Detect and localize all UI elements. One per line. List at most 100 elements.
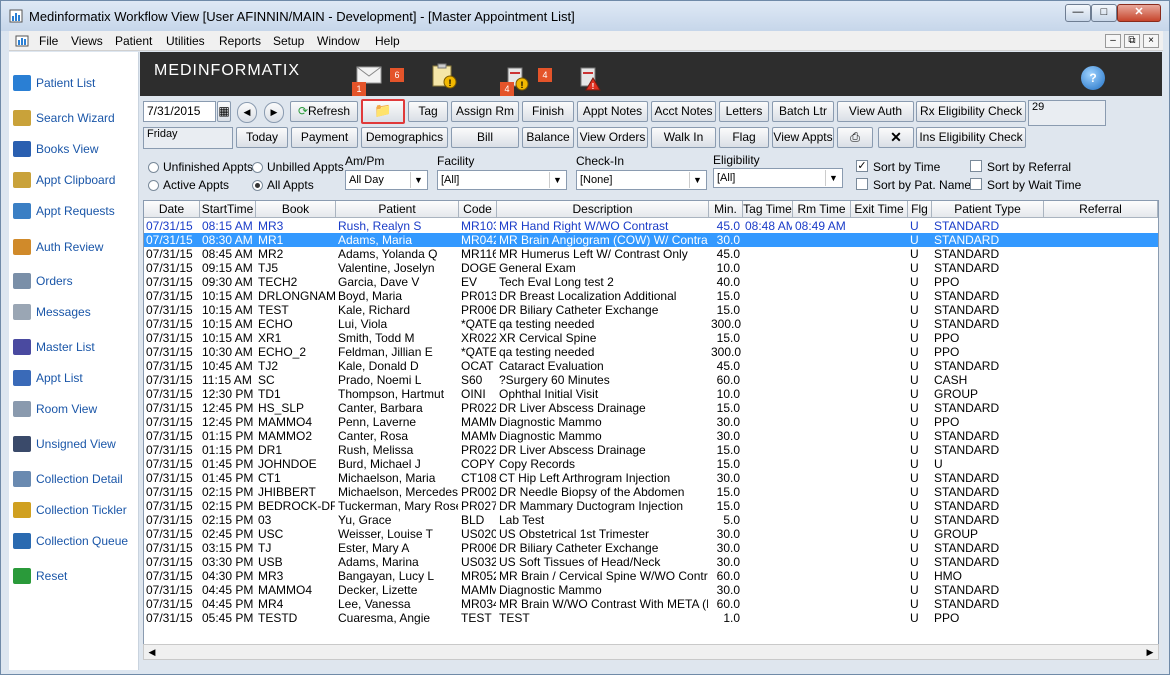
table-row[interactable]: 07/31/15 03:30 PM USB Adams, Marina US032 US … <box>144 555 1158 569</box>
demographics-button[interactable]: Demographics <box>361 127 448 148</box>
table-row[interactable]: 07/31/15 02:15 PM JHIBBERT Michaelson, Merc… <box>144 485 1158 499</box>
sort-by-time-checkbox[interactable]: ✓ <box>856 160 868 172</box>
rx-eligibility-check-button[interactable]: Rx Eligibility Check <box>916 101 1026 122</box>
table-row[interactable]: 07/31/15 05:45 PM TESTD Cuaresma, Angie TEST… <box>144 611 1158 625</box>
acct-notes-button[interactable]: Acct Notes <box>651 101 716 122</box>
bill-button[interactable]: Bill <box>451 127 519 148</box>
column-header[interactable]: Book <box>256 201 336 218</box>
menu-setup[interactable]: Setup <box>273 34 304 48</box>
table-row[interactable]: 07/31/15 10:45 AM TJ2 Kale, Donald D OCAT Cat… <box>144 359 1158 373</box>
table-row[interactable]: 07/31/15 02:45 PM USC Weisser, Louise T US02… <box>144 527 1158 541</box>
sort-by-wait-checkbox[interactable] <box>970 178 982 190</box>
unbilled-appts-radio[interactable] <box>252 162 263 173</box>
table-row[interactable]: 07/31/15 04:30 PM MR3 Bangayan, Lucy L MR052… <box>144 569 1158 583</box>
menu-window[interactable]: Window <box>317 34 360 48</box>
column-header[interactable]: Rm Time <box>793 201 851 218</box>
tag-button[interactable]: Tag <box>408 101 448 122</box>
table-row[interactable]: 07/31/15 08:45 AM MR2 Adams, Yolanda Q MR116… <box>144 247 1158 261</box>
table-row[interactable]: 07/31/15 09:15 AM TJ5 Valentine, Joselyn DOG… <box>144 261 1158 275</box>
table-row[interactable]: 07/31/15 03:15 PM TJ Ester, Mary A PR006 DR B… <box>144 541 1158 555</box>
minimize-button[interactable]: — <box>1065 4 1091 22</box>
sidebar-item-master-list[interactable]: Master List <box>13 336 139 358</box>
sidebar-item-books-view[interactable]: Books View <box>13 138 139 160</box>
table-row[interactable]: 07/31/15 08:15 AM MR3 Rush, Realyn S MR103 MR… <box>144 219 1158 233</box>
table-row[interactable]: 07/31/15 12:45 PM MAMMO4 Penn, Laverne MAMMO… <box>144 415 1158 429</box>
sidebar-item-patient-list[interactable]: Patient List <box>13 72 139 94</box>
calendar-icon[interactable]: ▦ <box>217 101 231 122</box>
active-appts-radio[interactable] <box>148 180 159 191</box>
column-header[interactable]: Description <box>497 201 709 218</box>
maximize-button[interactable]: □ <box>1091 4 1117 22</box>
column-header[interactable]: Date <box>144 201 200 218</box>
scroll-left-icon[interactable]: ◀ <box>144 645 160 659</box>
ampm-select[interactable]: All Day ▼ <box>345 170 428 190</box>
view-appts-button[interactable]: View Appts <box>772 127 834 148</box>
delete-button[interactable]: ✕ <box>878 127 914 148</box>
mdi-close-button[interactable]: × <box>1143 34 1159 48</box>
column-header[interactable]: Min. <box>709 201 743 218</box>
menu-patient[interactable]: Patient <box>115 34 152 48</box>
menu-file[interactable]: File <box>39 34 58 48</box>
walk-in-button[interactable]: Walk In <box>651 127 716 148</box>
sidebar-item-search-wizard[interactable]: Search Wizard <box>13 107 139 129</box>
help-icon[interactable]: ? <box>1081 66 1105 90</box>
table-row[interactable]: 07/31/15 10:15 AM XR1 Smith, Todd M XR022 XR … <box>144 331 1158 345</box>
checkin-select[interactable]: [None] ▼ <box>576 170 707 190</box>
sort-by-name-checkbox[interactable] <box>856 178 868 190</box>
view-auth-button[interactable]: View Auth <box>837 101 914 122</box>
view-orders-button[interactable]: View Orders <box>577 127 648 148</box>
today-button[interactable]: Today <box>236 127 288 148</box>
table-row[interactable]: 07/31/15 11:15 AM SC Prado, Noemi L S60 ?Surg… <box>144 373 1158 387</box>
column-header[interactable]: Tag Time <box>743 201 793 218</box>
date-field[interactable]: 7/31/2015 <box>143 101 216 122</box>
sidebar-item-appt-clipboard[interactable]: Appt Clipboard <box>13 169 139 191</box>
table-row[interactable]: 07/31/15 12:45 PM HS_SLP Canter, Barbara PR0… <box>144 401 1158 415</box>
letters-button[interactable]: Letters <box>719 101 769 122</box>
sidebar-item-unsigned-view[interactable]: Unsigned View <box>13 433 139 455</box>
table-row[interactable]: 07/31/15 10:15 AM DRLONGNAMEBoyd, Maria PR0… <box>144 289 1158 303</box>
table-row[interactable]: 07/31/15 10:15 AM ECHO Lui, Viola *QATESqa t… <box>144 317 1158 331</box>
table-row[interactable]: 07/31/15 02:15 PM BEDROCK-DF Tuckerman, Mar… <box>144 499 1158 513</box>
sidebar-item-room-view[interactable]: Room View <box>13 398 139 420</box>
mdi-minimize-button[interactable]: – <box>1105 34 1121 48</box>
batch-letter-button[interactable]: Batch Ltr <box>772 101 834 122</box>
appt-notes-button[interactable]: Appt Notes <box>577 101 648 122</box>
menu-help[interactable]: Help <box>375 34 400 48</box>
flag-button[interactable]: Flag <box>719 127 769 148</box>
prev-day-button[interactable]: ◀ <box>237 102 257 123</box>
table-row[interactable]: 07/31/15 02:15 PM 03 Yu, Grace BLD Lab Test 5.… <box>144 513 1158 527</box>
table-row[interactable]: 07/31/15 04:45 PM MR4 Lee, Vanessa MR034 MR B… <box>144 597 1158 611</box>
balance-button[interactable]: Balance <box>522 127 574 148</box>
mdi-restore-button[interactable]: ⧉ <box>1124 34 1140 48</box>
table-row[interactable]: 07/31/15 01:15 PM MAMMO2 Canter, Rosa MAMMOD… <box>144 429 1158 443</box>
sidebar-item-messages[interactable]: Messages <box>13 301 139 323</box>
table-row[interactable]: 07/31/15 01:45 PM JOHNDOE Burd, Michael J CO… <box>144 457 1158 471</box>
print-button[interactable]: ⎙ <box>837 127 873 148</box>
facility-select[interactable]: [All] ▼ <box>437 170 567 190</box>
sidebar-item-orders[interactable]: Orders <box>13 270 139 292</box>
menu-utilities[interactable]: Utilities <box>166 34 205 48</box>
refresh-button[interactable]: ⟳Refresh <box>290 101 358 122</box>
horizontal-scrollbar[interactable]: ◀ ▶ <box>143 644 1159 660</box>
sidebar-item-collection-queue[interactable]: Collection Queue <box>13 530 139 552</box>
table-row[interactable]: 07/31/15 01:45 PM CT1 Michaelson, Maria CT10… <box>144 471 1158 485</box>
column-header[interactable]: Exit Time <box>851 201 908 218</box>
column-header[interactable]: Patient <box>336 201 459 218</box>
close-button[interactable]: ✕ <box>1117 4 1161 22</box>
clipboard-alert-icon[interactable]: ! <box>430 62 458 90</box>
eligibility-select[interactable]: [All] ▼ <box>713 168 843 188</box>
sidebar-item-collection-detail[interactable]: Collection Detail <box>13 468 139 490</box>
column-header[interactable]: Patient Type <box>932 201 1044 218</box>
finish-button[interactable]: Finish <box>522 101 574 122</box>
sort-by-referral-checkbox[interactable] <box>970 160 982 172</box>
open-folder-button[interactable]: 📁 <box>361 99 405 124</box>
all-appts-radio[interactable] <box>252 180 263 191</box>
table-row[interactable]: 07/31/15 08:30 AM MR1 Adams, Maria MR042 MR B… <box>144 233 1158 247</box>
assign-room-button[interactable]: Assign Rm <box>451 101 519 122</box>
column-header[interactable]: StartTime <box>200 201 256 218</box>
sidebar-item-reset[interactable]: Reset <box>13 565 139 587</box>
payment-button[interactable]: Payment <box>291 127 358 148</box>
column-header[interactable]: Code <box>459 201 497 218</box>
column-header[interactable]: Flg <box>908 201 932 218</box>
sidebar-item-collection-tickler[interactable]: Collection Tickler <box>13 499 139 521</box>
